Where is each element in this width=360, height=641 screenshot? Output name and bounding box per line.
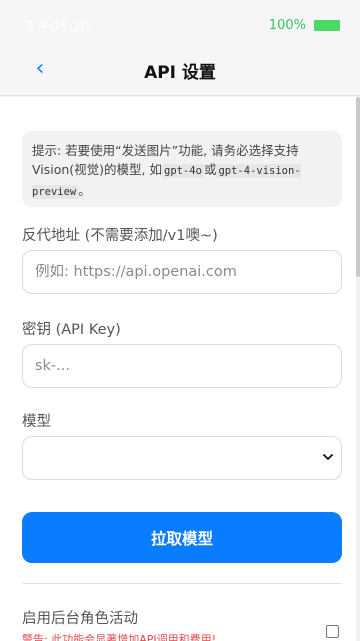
status-time: 下午05:20: [24, 19, 90, 35]
navigation-header: ‹ API 设置: [0, 46, 360, 96]
proxy-address-field: [22, 250, 342, 294]
notice-text-middle: 或: [203, 162, 217, 177]
section-divider: [22, 583, 342, 584]
api-settings-screen: 下午05:20 100% ‹ API 设置 提示: 若要使用“发送图片”功能, …: [0, 0, 360, 641]
background-activity-warning: 警告: 此功能会显著增加API调用和费用!: [22, 633, 217, 641]
settings-content: 提示: 若要使用“发送图片”功能, 请务必选择支持Vision(视觉)的模型, …: [0, 97, 360, 641]
battery-icon: [314, 19, 340, 31]
scrollbar-track[interactable]: [356, 97, 360, 641]
model-label: 模型: [22, 414, 51, 430]
scrollbar-thumb[interactable]: [356, 97, 360, 277]
background-activity-checkbox[interactable]: [326, 625, 339, 638]
fetch-models-button[interactable]: 拉取模型: [22, 512, 342, 563]
vision-notice: 提示: 若要使用“发送图片”功能, 请务必选择支持Vision(视觉)的模型, …: [22, 131, 342, 207]
proxy-address-label: 反代地址 (不需要添加/v1噢~): [22, 228, 218, 244]
back-button[interactable]: ‹: [30, 56, 50, 82]
proxy-address-input[interactable]: [35, 264, 329, 280]
chevron-left-icon: ‹: [35, 56, 45, 81]
page-title: API 设置: [144, 63, 216, 83]
api-key-label: 密钥 (API Key): [22, 322, 121, 338]
api-key-input[interactable]: [35, 358, 329, 374]
chevron-down-icon: [323, 454, 333, 460]
battery-percent: 100%: [268, 17, 306, 33]
model-select[interactable]: [22, 436, 342, 480]
status-bar: 下午05:20 100%: [0, 0, 360, 50]
status-right: 100%: [269, 18, 340, 33]
notice-text-after: 。: [78, 183, 91, 198]
background-activity-label: 启用后台角色活动: [22, 611, 138, 627]
api-key-field: [22, 344, 342, 388]
notice-code-gpt4o: gpt-4o: [162, 164, 204, 178]
